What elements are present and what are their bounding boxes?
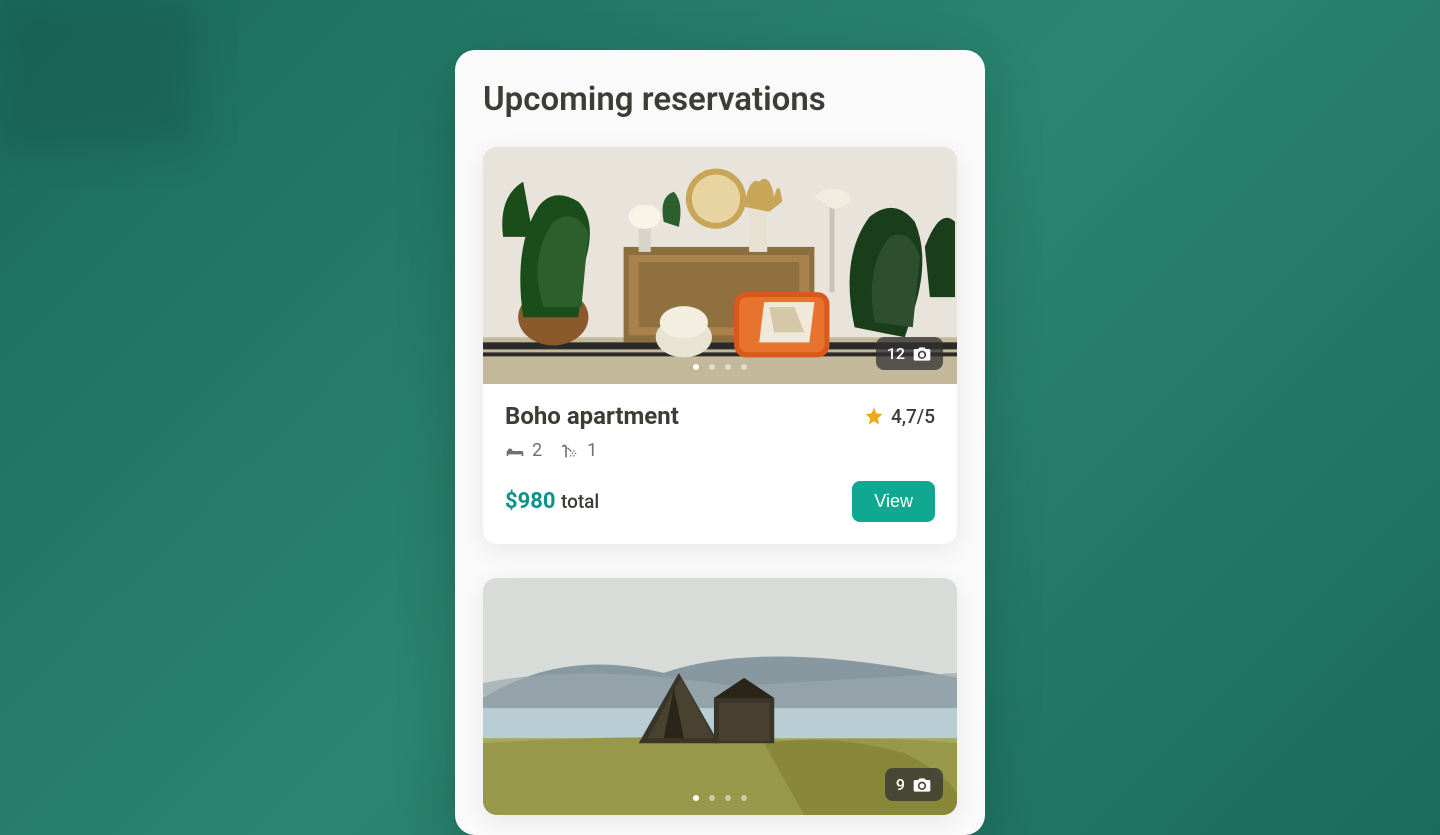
price: $980 total [505, 489, 599, 514]
star-icon [864, 406, 884, 426]
view-button[interactable]: View [852, 481, 935, 522]
carousel-dots[interactable] [693, 795, 747, 801]
camera-icon [912, 345, 932, 363]
dot-icon[interactable] [741, 364, 747, 370]
listing-name: Boho apartment [505, 402, 679, 430]
bed-icon [505, 443, 525, 459]
photo-count: 12 [887, 344, 905, 363]
photo-count-badge[interactable]: 12 [876, 337, 943, 370]
dot-icon[interactable] [725, 364, 731, 370]
card-body: Boho apartment 4,7/5 2 1 $980 [483, 384, 957, 544]
rating-value: 4,7/5 [891, 405, 935, 428]
dot-icon[interactable] [725, 795, 731, 801]
reservation-card[interactable]: 12 Boho apartment 4,7/5 2 1 [483, 147, 957, 544]
beds-amenity: 2 [505, 440, 542, 461]
beds-count: 2 [532, 440, 542, 461]
photo-count: 9 [896, 775, 905, 794]
listing-image[interactable]: 12 [483, 147, 957, 384]
photo-count-badge[interactable]: 9 [885, 768, 943, 801]
dot-icon[interactable] [709, 795, 715, 801]
panel-title: Upcoming reservations [483, 80, 957, 119]
carousel-dots[interactable] [693, 364, 747, 370]
rating: 4,7/5 [864, 405, 935, 428]
shower-icon [560, 443, 580, 459]
dot-icon[interactable] [709, 364, 715, 370]
reservations-panel: Upcoming reservations [455, 50, 985, 835]
dot-icon[interactable] [693, 795, 699, 801]
baths-count: 1 [587, 440, 597, 461]
price-amount: $980 [505, 489, 556, 514]
baths-amenity: 1 [560, 440, 597, 461]
price-label: total [561, 490, 599, 513]
listing-image[interactable]: 9 [483, 578, 957, 815]
dot-icon[interactable] [741, 795, 747, 801]
reservation-card[interactable]: 9 [483, 578, 957, 815]
dot-icon[interactable] [693, 364, 699, 370]
camera-icon [912, 776, 932, 794]
